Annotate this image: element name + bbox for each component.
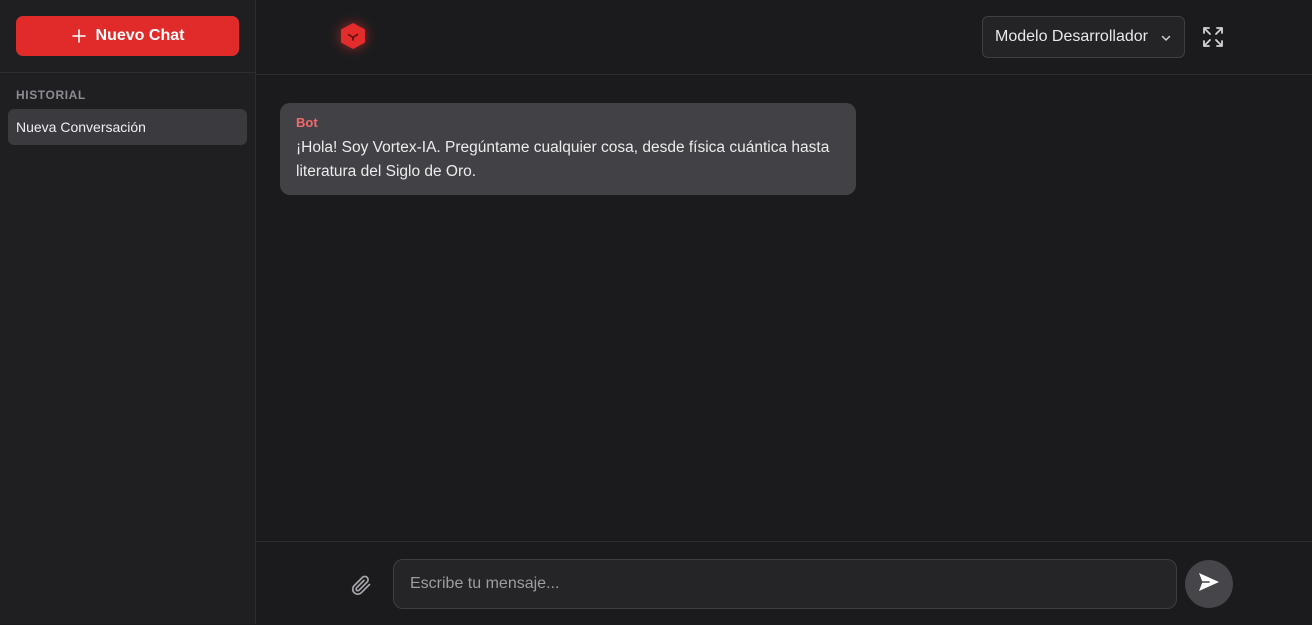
composer xyxy=(256,541,1312,625)
new-chat-label: Nuevo Chat xyxy=(95,27,185,44)
logo-icon xyxy=(340,22,366,50)
model-select-value: Modelo Desarrollador xyxy=(995,28,1148,45)
sidebar: Nuevo Chat HISTORIAL Nueva Conversación xyxy=(0,0,256,624)
send-button[interactable] xyxy=(1185,560,1233,608)
paperclip-icon[interactable] xyxy=(349,573,373,597)
history-item-label: Nueva Conversación xyxy=(16,119,146,135)
new-chat-button[interactable]: Nuevo Chat xyxy=(16,16,239,56)
send-icon xyxy=(1197,570,1221,599)
plus-icon xyxy=(71,28,87,44)
main-panel: Modelo Desarrollador Bot ¡Hola! Soy Vort… xyxy=(256,0,1312,625)
fullscreen-icon[interactable] xyxy=(1202,26,1224,48)
message-sender: Bot xyxy=(296,115,318,130)
chevron-down-icon xyxy=(1160,31,1172,49)
bot-message-bubble: Bot ¡Hola! Soy Vortex-IA. Pregúntame cua… xyxy=(280,103,856,195)
message-list: Bot ¡Hola! Soy Vortex-IA. Pregúntame cua… xyxy=(256,75,1312,541)
model-select[interactable]: Modelo Desarrollador xyxy=(982,16,1185,58)
top-bar: Modelo Desarrollador xyxy=(256,0,1312,75)
history-item[interactable]: Nueva Conversación xyxy=(8,109,247,145)
message-input[interactable] xyxy=(393,559,1177,609)
sidebar-header: Nuevo Chat xyxy=(0,0,255,73)
history-heading: HISTORIAL xyxy=(16,88,86,102)
message-text: ¡Hola! Soy Vortex-IA. Pregúntame cualqui… xyxy=(296,139,830,180)
